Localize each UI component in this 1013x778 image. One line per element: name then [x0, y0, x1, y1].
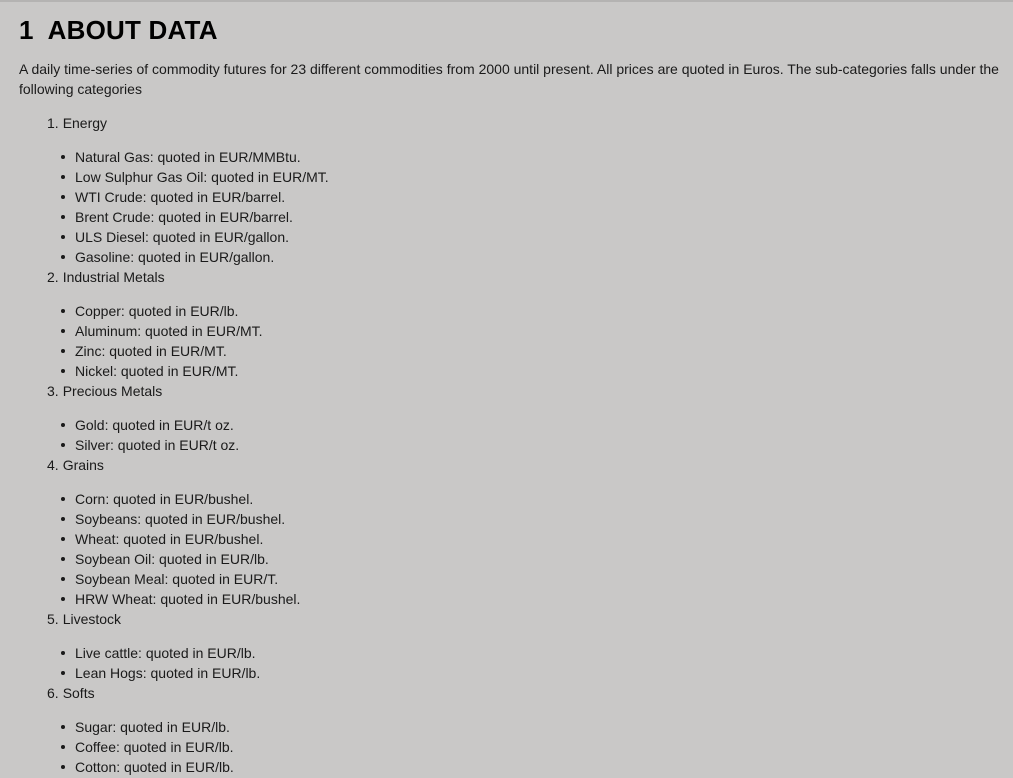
category-item: 2. Industrial Metals Copper: quoted in EUR… [47, 267, 1009, 381]
commodity-item: Soybeans: quoted in EUR/bushel. [61, 509, 1009, 529]
commodity-list: Gold: quoted in EUR/t oz. Silver: quoted … [47, 415, 1009, 455]
category-name: Livestock [62, 611, 122, 627]
category-index: 5. [47, 611, 59, 627]
category-item: 5. Livestock Live cattle: quoted in EUR/lb… [47, 609, 1009, 683]
commodity-item: Soybean Oil: quoted in EUR/lb. [61, 549, 1009, 569]
commodity-item: ULS Diesel: quoted in EUR/gallon. [61, 227, 1009, 247]
commodity-item: Copper: quoted in EUR/lb. [61, 301, 1009, 321]
category-item: 4. Grains Corn: quoted in EUR/bushel. Soybe… [47, 455, 1009, 609]
category-item: 1. Energy Natural Gas: quoted in EUR/MMBtu… [47, 113, 1009, 267]
category-label: 1. Energy [47, 113, 1009, 133]
commodity-item: Corn: quoted in EUR/bushel. [61, 489, 1009, 509]
commodity-list: Sugar: quoted in EUR/lb. Coffee: quoted i… [47, 717, 1009, 777]
commodity-item: Gold: quoted in EUR/t oz. [61, 415, 1009, 435]
section-number: 1 [19, 15, 34, 45]
category-label: 5. Livestock [47, 609, 1009, 629]
category-item: 3. Precious Metals Gold: quoted in EUR/t o… [47, 381, 1009, 455]
commodity-list: Copper: quoted in EUR/lb. Aluminum: quote… [47, 301, 1009, 381]
category-index: 3. [47, 383, 59, 399]
commodity-item: Sugar: quoted in EUR/lb. [61, 717, 1009, 737]
category-name: Softs [62, 685, 95, 701]
category-name: Energy [62, 115, 108, 131]
category-name: Precious Metals [62, 383, 163, 399]
commodity-item: WTI Crude: quoted in EUR/barrel. [61, 187, 1009, 207]
commodity-list: Natural Gas: quoted in EUR/MMBtu. Low Sul… [47, 147, 1009, 267]
category-list: 1. Energy Natural Gas: quoted in EUR/MMBtu… [19, 113, 1009, 777]
document-content: 1 ABOUT DATA A daily time-series of commo… [19, 14, 1009, 777]
commodity-item: Gasoline: quoted in EUR/gallon. [61, 247, 1009, 267]
commodity-list: Corn: quoted in EUR/bushel. Soybeans: quo… [47, 489, 1009, 609]
commodity-list: Live cattle: quoted in EUR/lb. Lean Hogs:… [47, 643, 1009, 683]
category-label: 2. Industrial Metals [47, 267, 1009, 287]
commodity-item: Low Sulphur Gas Oil: quoted in EUR/MT. [61, 167, 1009, 187]
commodity-item: Wheat: quoted in EUR/bushel. [61, 529, 1009, 549]
commodity-item: HRW Wheat: quoted in EUR/bushel. [61, 589, 1009, 609]
commodity-item: Soybean Meal: quoted in EUR/T. [61, 569, 1009, 589]
commodity-item: Cotton: quoted in EUR/lb. [61, 757, 1009, 777]
category-label: 3. Precious Metals [47, 381, 1009, 401]
commodity-item: Zinc: quoted in EUR/MT. [61, 341, 1009, 361]
commodity-item: Coffee: quoted in EUR/lb. [61, 737, 1009, 757]
category-name: Grains [62, 457, 104, 473]
category-index: 2. [47, 269, 59, 285]
commodity-item: Aluminum: quoted in EUR/MT. [61, 321, 1009, 341]
category-index: 6. [47, 685, 59, 701]
section-title: ABOUT DATA [47, 15, 218, 45]
category-name: Industrial Metals [62, 269, 165, 285]
top-edge-divider [0, 0, 1013, 2]
section-heading: 1 ABOUT DATA [19, 14, 1009, 46]
category-index: 1. [47, 115, 59, 131]
commodity-item: Silver: quoted in EUR/t oz. [61, 435, 1009, 455]
intro-paragraph: A daily time-series of commodity futures… [19, 61, 999, 97]
category-item: 6. Softs Sugar: quoted in EUR/lb. Coffee: q… [47, 683, 1009, 777]
commodity-item: Live cattle: quoted in EUR/lb. [61, 643, 1009, 663]
commodity-item: Nickel: quoted in EUR/MT. [61, 361, 1009, 381]
category-label: 6. Softs [47, 683, 1009, 703]
commodity-item: Lean Hogs: quoted in EUR/lb. [61, 663, 1009, 683]
category-label: 4. Grains [47, 455, 1009, 475]
commodity-item: Natural Gas: quoted in EUR/MMBtu. [61, 147, 1009, 167]
commodity-item: Brent Crude: quoted in EUR/barrel. [61, 207, 1009, 227]
category-index: 4. [47, 457, 59, 473]
